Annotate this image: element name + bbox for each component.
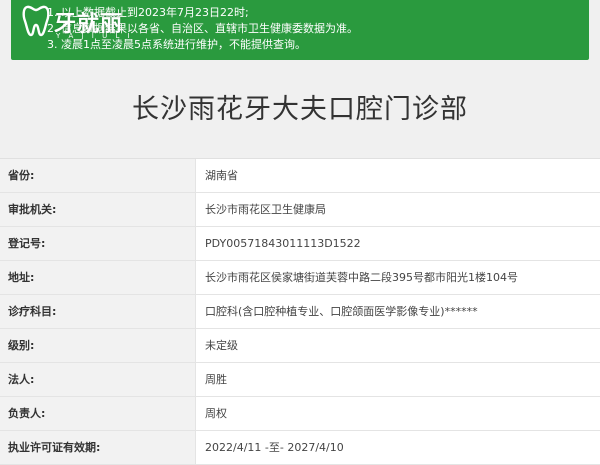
table-row-province: 省份: 湖南省: [0, 159, 600, 193]
row-value: 口腔科(含口腔种植专业、口腔颌面医学影像专业)******: [205, 305, 478, 318]
watermark-subtext: Y A J I U L I: [56, 32, 133, 40]
table-row-registration: 登记号: PDY00571843011113D1522: [0, 227, 600, 261]
table-row-legal-person: 法人: 周胜: [0, 363, 600, 397]
row-label: 地址:: [0, 261, 196, 294]
row-value: 未定级: [205, 339, 238, 352]
row-value: 周权: [205, 407, 227, 420]
row-label: 法人:: [0, 363, 196, 396]
row-value: 长沙市雨花区侯家塘街道芙蓉中路二段395号都市阳光1楼104号: [205, 271, 518, 284]
tooth-icon: [22, 5, 50, 37]
row-label: 省份:: [0, 159, 196, 192]
table-row-level: 级别: 未定级: [0, 329, 600, 363]
row-value: 2022/4/11 -至- 2027/4/10: [205, 441, 344, 454]
row-value: PDY00571843011113D1522: [205, 237, 361, 250]
row-label: 执业许可证有效期:: [0, 431, 196, 464]
row-label: 审批机关:: [0, 193, 196, 226]
row-label: 诊疗科目:: [0, 295, 196, 328]
table-row-authority: 审批机关: 长沙市雨花区卫生健康局: [0, 193, 600, 227]
watermark-logo: 牙就丽 Y A J I U L I: [22, 2, 162, 42]
table-row-manager: 负责人: 周权: [0, 397, 600, 431]
row-label: 级别:: [0, 329, 196, 362]
info-table: 省份: 湖南省 审批机关: 长沙市雨花区卫生健康局 登记号: PDY005718…: [0, 158, 600, 465]
row-label: 登记号:: [0, 227, 196, 260]
table-row-address: 地址: 长沙市雨花区侯家塘街道芙蓉中路二段395号都市阳光1楼104号: [0, 261, 600, 295]
row-label: 负责人:: [0, 397, 196, 430]
row-value: 周胜: [205, 373, 227, 386]
row-value: 湖南省: [205, 169, 238, 182]
row-value: 长沙市雨花区卫生健康局: [205, 203, 326, 216]
table-row-departments: 诊疗科目: 口腔科(含口腔种植专业、口腔颌面医学影像专业)******: [0, 295, 600, 329]
table-row-license-validity: 执业许可证有效期: 2022/4/11 -至- 2027/4/10: [0, 431, 600, 465]
page-title: 长沙雨花牙大夫口腔门诊部: [132, 94, 468, 125]
